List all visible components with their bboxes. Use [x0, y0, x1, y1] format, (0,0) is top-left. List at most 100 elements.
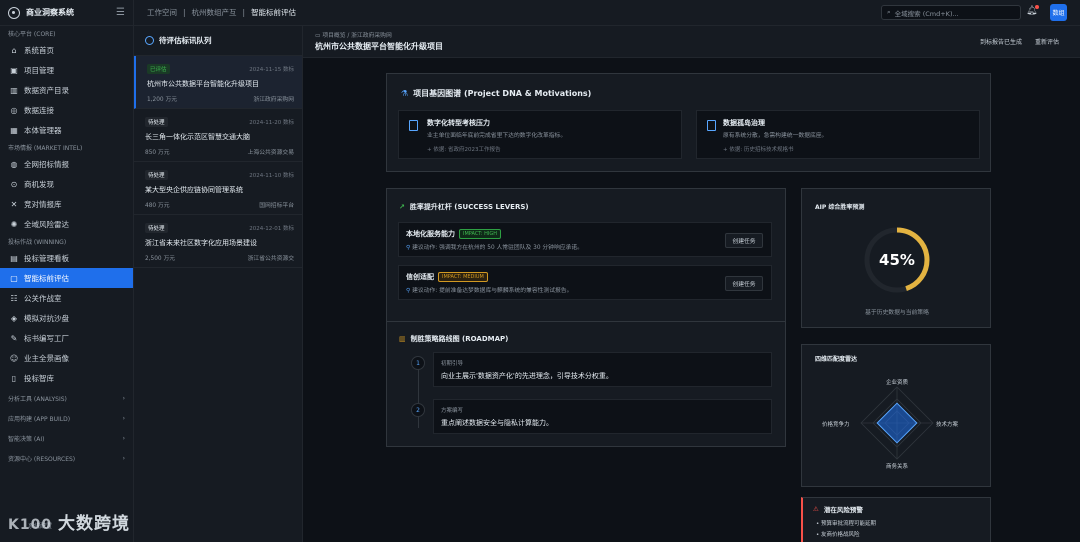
sidebar-item-opportunity[interactable]: ⊙ 商机发现 [0, 174, 133, 194]
create-task-button[interactable]: 创建任务 [725, 233, 763, 248]
risk-card: ⚠ 潜在风险预警 • 预算审批流程可能延期 • 友商价格战风险 [801, 497, 991, 542]
sidebar-item-label: 业主全景画像 [24, 353, 69, 363]
queue-item-amount: 1,200 万元 [147, 97, 178, 103]
user-icon: ☺ [9, 353, 19, 363]
sidebar-item-label: 全网招标情报 [24, 159, 69, 169]
document-icon [409, 120, 418, 131]
gamepad-icon: ◈ [10, 313, 18, 323]
dna-item-title: 数据孤岛治理 [723, 119, 765, 127]
dna-item-desc: 原有系统分散，急需构建统一数据底座。 [723, 133, 828, 139]
sidebar-section-ai[interactable]: 智能决策 (AI) › [0, 428, 133, 448]
global-search-input[interactable]: ⌕ 全域搜索 (Cmd+K)... [881, 5, 1021, 20]
sidebar-item-data-connect[interactable]: ◎ 数据连接 [0, 100, 133, 120]
sidebar-section-winning: 投标作战 (WINNING) [0, 234, 133, 248]
radar-series [876, 402, 918, 444]
sidebar-section-analysis[interactable]: 分析工具 (ANALYSIS) › [0, 388, 133, 408]
radar-axis-label: 企业资质 [885, 380, 908, 386]
sidebar-item-projects[interactable]: ▣ 项目管理 [0, 60, 133, 80]
risk-item: • 友商价格战风险 [816, 532, 860, 538]
queue-item[interactable]: 待处理 2024-11-10 数标 某大型央企供应链协同管理系统 480 万元 国网… [134, 162, 302, 215]
impact-badge: IMPACT: MEDIUM [438, 272, 488, 282]
sidebar-item-bid-board[interactable]: ▤ 投标管理看板 [0, 248, 133, 268]
sidebar-item-home[interactable]: ⌂ 系统首页 [0, 40, 133, 60]
bar-chart-icon: ▥ [10, 85, 18, 95]
roadmap-step: 初期引导 向业主展示'数据资产化'的先进理念，引导技术分权重。 [433, 352, 772, 387]
card-header: ⚠ 潜在风险预警 [813, 504, 863, 514]
avatar[interactable]: 数组 [1050, 4, 1067, 21]
sidebar-item-label: 竞对情报库 [24, 199, 62, 209]
breadcrumb-item[interactable]: 杭州数组产互 [192, 7, 237, 18]
sidebar-section-app-build[interactable]: 应用构建 (APP BUILD) › [0, 408, 133, 428]
queue-item[interactable]: 待处理 2024-12-01 数标 浙江省未来社区数字化应用场景建设 2,500 … [134, 215, 302, 268]
sidebar-item-label: 投标管理看板 [24, 253, 69, 263]
sidebar-item-risk-radar[interactable]: ✺ 全域风险雷达 [0, 214, 133, 234]
create-task-button[interactable]: 创建任务 [725, 276, 763, 291]
queue-item-date: 2024-12-01 数标 [249, 226, 294, 232]
sidebar-item-data-catalog[interactable]: ▥ 数据资产目录 [0, 80, 133, 100]
sidebar-item-label: 数据资产目录 [24, 85, 69, 95]
breadcrumb-separator: | [183, 8, 186, 17]
chevron-right-icon: › [122, 414, 125, 422]
sidebar-item-owner-profile[interactable]: ☺ 业主全景画像 [0, 348, 133, 368]
queue-item-title: 浙江省未来社区数字化应用场景建设 [145, 239, 257, 247]
breadcrumb-item[interactable]: 项目概览 [322, 33, 345, 39]
report-generated-button[interactable]: 到标报告已生成 [980, 37, 1022, 46]
sidebar-item-pr-room[interactable]: ☷ 公关作战室 [0, 288, 133, 308]
folder-icon: ▭ [315, 33, 321, 39]
lever-header: 信创适配 IMPACT: MEDIUM [406, 272, 488, 282]
kanban-icon: ▤ [10, 253, 18, 263]
project-breadcrumb: ▭ 项目概览 / 浙江政府采购网 [315, 33, 392, 39]
globe-icon: ◍ [10, 159, 18, 169]
card-title: 潜在风险预警 [823, 506, 863, 514]
section-label: 应用构建 (APP BUILD) [8, 415, 71, 423]
lever-action: ⚲ 建议动作: 提前准备达梦数据库与麒麟系统的兼容性测试报告。 [406, 288, 573, 294]
notification-dot [1035, 5, 1040, 9]
hamburger-menu-icon[interactable]: ☰ [116, 7, 125, 18]
sidebar-item-competitors[interactable]: ✕ 竞对情报库 [0, 194, 133, 214]
sidebar-item-tender-intel[interactable]: ◍ 全网招标情报 [0, 154, 133, 174]
evaluation-queue: 待评估标讯队列 已评估 2024-11-15 数标 杭州市公共数据平台智能化升级项… [134, 26, 303, 542]
sidebar-section-market: 市场情报 (MARKET INTEL) [0, 140, 133, 154]
sidebar-item-label: 项目管理 [24, 65, 54, 75]
sidebar-item-sandbox[interactable]: ◈ 模拟对抗沙盘 [0, 308, 133, 328]
queue-item-title: 某大型央企供应链协同管理系统 [145, 186, 243, 194]
sidebar-section-resources[interactable]: 资源中心 (RESOURCES) › [0, 448, 133, 468]
queue-item[interactable]: 已评估 2024-11-15 数标 杭州市公共数据平台智能化升级项目 1,200 … [134, 56, 302, 109]
queue-item-org: 浙江省公共资源交 [247, 256, 294, 262]
swords-icon: ✕ [10, 199, 18, 209]
re-evaluate-button[interactable]: 重新评估 [1035, 37, 1059, 46]
bell-icon[interactable]: 🔔︎ [1026, 5, 1040, 16]
sidebar-item-proposal-factory[interactable]: ✎ 标书编写工厂 [0, 328, 133, 348]
sidebar-item-bid-evaluation[interactable]: ▢ 智能标前评估 [0, 268, 133, 288]
card-header: ⚗ 项目基因图谱 (Project DNA & Motivations) [401, 88, 591, 99]
sidebar-item-label: 本体管理器 [24, 125, 62, 135]
roadmap-line [418, 360, 419, 428]
step-number: 1 [411, 356, 425, 370]
queue-header: 待评估标讯队列 [134, 26, 302, 56]
queue-item[interactable]: 待处理 2024-11-20 数标 长三角一体化示范区智慧交通大脑 850 万元 上… [134, 109, 302, 162]
lever-title: 信创适配 [406, 273, 434, 281]
radar-axis-label: 技术方案 [936, 422, 959, 428]
breadcrumb-item[interactable]: 工作空间 [147, 7, 177, 18]
breadcrumb-item[interactable]: 浙江政府采购网 [351, 33, 392, 39]
watermark-text: 大数跨境 [57, 514, 130, 534]
win-rate-value: 45% [879, 251, 915, 269]
step-title: 方案编写 [441, 408, 464, 414]
dna-item-desc: 业主单位面临年底前完成省里下达的数字化改革指标。 [427, 133, 567, 139]
queue-item-title: 长三角一体化示范区智慧交通大脑 [145, 133, 250, 141]
sidebar-item-ontology[interactable]: ▦ 本体管理器 [0, 120, 133, 140]
sidebar-item-label: 标书编写工厂 [24, 333, 69, 343]
win-rate-card: AIP 综合胜率预测 45% 基于历史数据与当前策略 [801, 188, 991, 328]
lever-action: ⚲ 建议动作: 强调我方在杭州的 50 人常驻团队及 30 分钟响应承诺。 [406, 245, 583, 251]
queue-item-title: 杭州市公共数据平台智能化升级项目 [147, 80, 259, 88]
lever-title: 本地化服务能力 [406, 230, 455, 238]
home-icon: ⌂ [11, 45, 17, 55]
chevron-right-icon: › [122, 394, 125, 402]
section-label: 智能决策 (AI) [8, 435, 45, 443]
sidebar-item-label: 模拟对抗沙盘 [24, 313, 69, 323]
lever-item: 本地化服务能力 IMPACT: HIGH ⚲ 建议动作: 强调我方在杭州的 50… [398, 222, 772, 257]
sidebar-item-think-tank[interactable]: ▯ 投标智库 [0, 368, 133, 388]
card-title: 胜率提升杠杆 (SUCCESS LEVERS) [409, 203, 529, 211]
watermark-mark: K100 [8, 517, 58, 533]
step-title: 初期引导 [441, 361, 464, 367]
